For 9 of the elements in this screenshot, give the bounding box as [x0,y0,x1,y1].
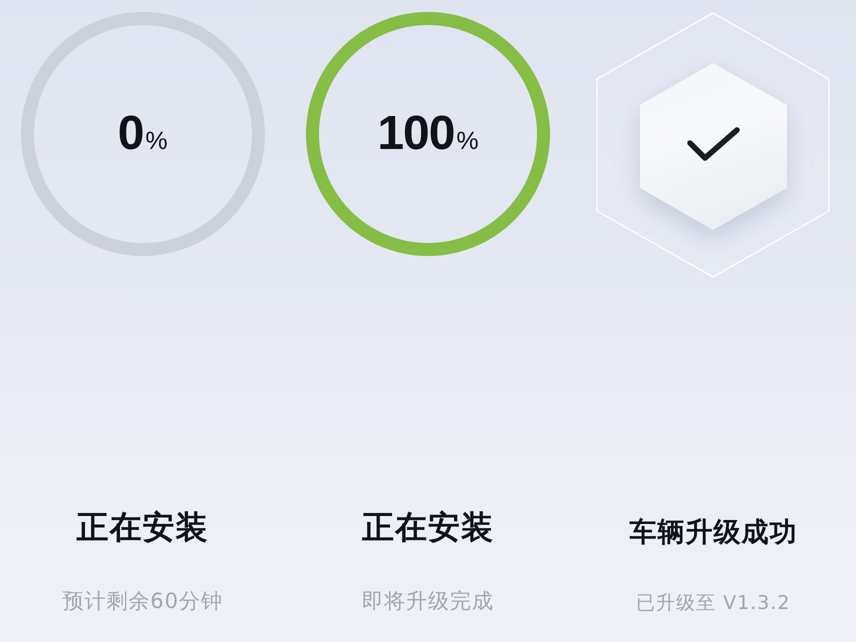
check-icon [688,127,740,161]
percent-reading: 0% [118,110,168,158]
percent-reading: 100% [377,110,479,158]
status-subtitle: 预计剩余60分钟 [62,588,224,615]
status-title: 车辆升级成功 [629,516,798,550]
status-title: 正在安装 [76,507,209,547]
status-title: 正在安装 [362,507,494,547]
status-subtitle: 即将升级完成 [362,588,494,615]
status-subtitle: 已升级至 V1.3.2 [636,591,791,616]
